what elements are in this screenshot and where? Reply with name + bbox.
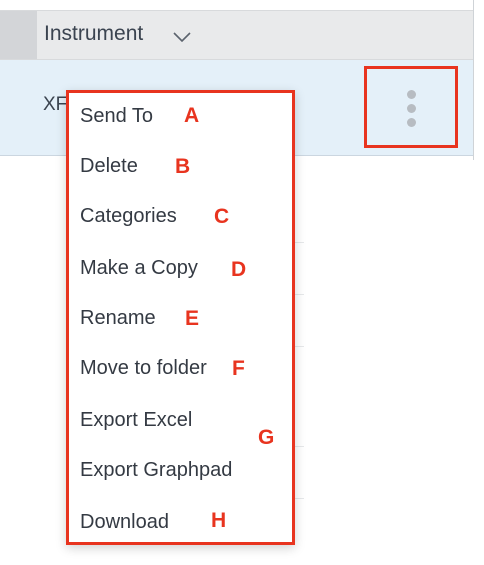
kebab-icon-dot-3: [407, 118, 416, 127]
header-select-cell: [0, 11, 37, 59]
menu-item-delete[interactable]: Delete: [80, 155, 138, 178]
divider-tick: [294, 294, 304, 295]
divider-tick: [294, 242, 304, 243]
divider-tick: [294, 446, 304, 447]
context-menu: Send To Delete Categories Make a Copy Re…: [66, 90, 295, 545]
screen: Instrument XF Send To Delete Categories …: [0, 0, 484, 565]
annotation-letter: E: [185, 307, 200, 330]
menu-item-rename[interactable]: Rename: [80, 307, 156, 330]
annotation-letter: H: [211, 509, 227, 532]
menu-item-move-to-folder[interactable]: Move to folder: [80, 357, 207, 380]
menu-item-export-graphpad[interactable]: Export Graphpad: [80, 459, 232, 482]
divider-tick: [294, 498, 304, 499]
more-options-button[interactable]: [364, 66, 458, 148]
annotation-letter: C: [214, 205, 230, 228]
row-instrument-value: XF: [43, 94, 68, 115]
annotation-letter: B: [175, 155, 191, 178]
kebab-icon-dot-2: [407, 104, 416, 113]
annotation-letter: A: [184, 104, 200, 127]
chevron-down-icon[interactable]: [173, 32, 191, 42]
annotation-letter: D: [231, 258, 247, 281]
divider-tick: [294, 346, 304, 347]
annotation-letter: F: [232, 357, 245, 380]
kebab-icon: [407, 90, 416, 99]
column-divider: [473, 0, 474, 160]
annotation-letter: G: [258, 426, 275, 449]
menu-item-download[interactable]: Download: [80, 511, 169, 534]
menu-item-categories[interactable]: Categories: [80, 205, 177, 228]
table-header: Instrument: [0, 10, 473, 60]
menu-item-make-a-copy[interactable]: Make a Copy: [80, 257, 198, 280]
menu-item-export-excel[interactable]: Export Excel: [80, 409, 192, 432]
menu-item-send-to[interactable]: Send To: [80, 105, 153, 128]
instrument-column-header[interactable]: Instrument: [44, 22, 143, 46]
